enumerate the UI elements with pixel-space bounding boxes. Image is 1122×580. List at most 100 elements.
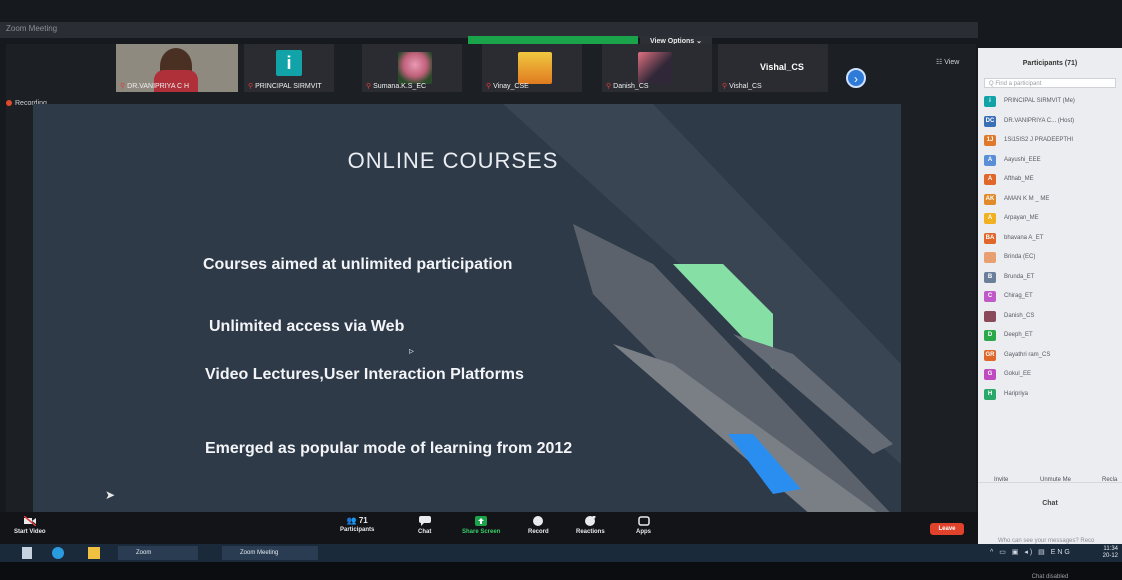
participant-name: ⚲ Vishal_CS [722,83,762,90]
participant-actions: Invite Unmute Me Recla [978,474,1122,486]
gallery-strip: ⚲ DR.VANIPRIYA C H i ⚲ PRINCIPAL SIRMVIT ⚲… [6,44,976,96]
video-tile-sumana[interactable]: ⚲ Sumana.K.S_EC [362,44,462,92]
participants-panel: Participants (71) Q Find a participant i… [978,48,1122,580]
participant-row[interactable]: A Afthab_ME [984,172,1118,192]
participant-avatar: BA [984,232,996,244]
participant-name: 1Si15IS2 J PRADEEPTHI [1004,137,1074,143]
chat-panel-title: Chat [1042,500,1058,507]
taskbar-zoom-meeting[interactable]: Zoom Meeting [222,546,318,560]
taskbar-zoom-app[interactable]: Zoom [118,546,198,560]
participant-name: Danish_CS [1004,312,1035,319]
participants-icon: 👥 71 [346,516,368,525]
video-tile-danish[interactable]: ⚲ Danish_CS [602,44,712,92]
start-video-button[interactable]: Start Video [14,516,46,535]
video-tile-vinay[interactable]: ⚲ Vinay_CSE [482,44,582,92]
participant-row[interactable]: H Haripriya [984,387,1118,407]
participant-avatar: D [984,330,996,341]
participant-name: AMAN K M _ ME [1004,195,1050,202]
video-tile-vanipriya[interactable]: ⚲ DR.VANIPRIYA C H [116,44,238,92]
participants-list: i PRINCIPAL SIRMVIT (Me) DC DR.VANIPRIYA C.… [984,94,1118,406]
meeting-area: ⚲ DR.VANIPRIYA C H i ⚲ PRINCIPAL SIRMVIT ⚲… [6,44,976,558]
participant-avatar [984,252,996,263]
participant-row[interactable]: AK AMAN K M _ ME [984,192,1118,212]
slide-title: ONLINE COURSES [347,148,559,173]
participant-row[interactable]: BA bhavana A_ET [984,231,1118,251]
profile-picture [518,52,552,84]
participant-name: ⚲ DR.VANIPRIYA C H [120,83,190,90]
participant-row[interactable]: G Gokul_EE [984,367,1118,387]
mic-muted-icon: ⚲ [606,83,612,90]
participant-avatar: A [984,174,996,185]
profile-picture [398,52,432,84]
participant-avatar: i [984,96,996,107]
edge-icon[interactable] [52,547,64,559]
participant-name: ⚲ Danish_CS [606,83,649,90]
slide-bullet: Unlimited access via Web [209,318,405,335]
participant-name: bhavana A_ET [1004,234,1044,241]
participants-button[interactable]: 👥 71 Participants [340,516,374,533]
participant-name: PRINCIPAL SIRMVIT (Me) [1004,98,1075,104]
file-explorer-icon[interactable] [88,547,100,559]
unmute-me-button[interactable]: Unmute Me [1040,474,1071,486]
video-tile-vishal[interactable]: Vishal_CS ⚲ Vishal_CS [718,44,828,92]
slide-bullet: Emerged as popular mode of learning from… [205,440,573,457]
participant-avatar: 1J [984,135,996,146]
participant-display-name: Vishal_CS [760,62,804,72]
participant-name: ⚲ Sumana.K.S_EC [366,83,427,90]
mouse-cursor-icon: ➤ [105,488,116,502]
participant-avatar: A [984,213,996,224]
participant-avatar: G [984,369,996,380]
participant-name: Brinda (EC) [1004,254,1036,260]
record-button[interactable]: Record [528,516,549,535]
slide-bullet: Courses aimed at unlimited participation [203,256,513,273]
participant-row[interactable]: Danish_CS [984,309,1118,329]
mic-muted-icon: ⚲ [248,83,254,90]
participant-row[interactable]: Brinda (EC) [984,250,1118,270]
participant-row[interactable]: DC DR.VANIPRIYA C... (Host) [984,114,1118,134]
mic-muted-icon: ⚲ [120,83,126,90]
participant-name: Arpayan_ME [1004,215,1039,221]
chat-button[interactable]: Chat [418,516,431,535]
participant-row[interactable]: A Arpayan_ME [984,211,1118,231]
reclaim-host-button[interactable]: Recla [1102,474,1117,486]
participant-row[interactable]: i PRINCIPAL SIRMVIT (Me) [984,94,1118,114]
participant-avatar: DC [984,115,996,127]
clock[interactable]: 11:34 20-12 [1103,546,1118,560]
participant-name: Deeph_ET [1004,332,1033,338]
meeting-toolbar: Start Video 👥 71 Participants Chat Share… [0,512,978,544]
share-screen-button[interactable]: Share Screen [462,516,500,535]
start-icon[interactable] [22,547,32,559]
participant-name: Chirag_ET [1004,293,1033,299]
windows-taskbar: Zoom Zoom Meeting ^ ▭ ▣ ◂) ▤ ENG 11:34 20… [0,544,1122,562]
apps-button[interactable]: Apps [636,516,651,535]
view-button[interactable]: ☷ View [936,58,959,66]
participant-avatar [984,310,996,322]
mic-muted-icon: ⚲ [722,83,728,90]
invite-button[interactable]: Invite [994,474,1008,486]
participant-row[interactable]: C Chirag_ET [984,289,1118,309]
record-icon [533,516,544,526]
participant-row[interactable]: 1J 1Si15IS2 J PRADEEPTHI [984,133,1118,153]
participant-row[interactable]: D Deeph_ET [984,328,1118,348]
participant-row[interactable]: A Aayushi_EEE [984,153,1118,173]
leave-button[interactable]: Leave [930,523,964,535]
participant-name: ⚲ PRINCIPAL SIRMVIT [248,83,322,90]
participant-avatar: C [984,291,996,302]
reactions-button[interactable]: Reactions [576,516,605,535]
participants-panel-title: Participants (71) [1022,60,1078,67]
chat-disabled-text: Chat disabled [1031,574,1069,580]
next-page-icon[interactable]: › [846,68,866,88]
reactions-icon [585,516,596,526]
share-screen-icon [475,516,488,526]
video-tile-principal[interactable]: i ⚲ PRINCIPAL SIRMVIT [244,44,334,92]
screen: Zoom Meeting View Options ⌄ ⚲ DR.VANIPRIY… [0,0,1122,580]
participant-avatar: GR [984,349,996,361]
system-tray-icons[interactable]: ^ ▭ ▣ ◂) ▤ ENG [990,548,1072,556]
participant-row[interactable]: B Brunda_ET [984,270,1118,290]
record-dot-icon [6,100,12,107]
slide-bullet: Video Lectures,User Interaction Platform… [205,366,524,383]
divider [978,482,1122,483]
apps-icon [637,516,650,526]
participant-row[interactable]: GR Gayathri ram_CS [984,348,1118,368]
participant-search-input[interactable]: Q Find a participant [984,78,1116,88]
